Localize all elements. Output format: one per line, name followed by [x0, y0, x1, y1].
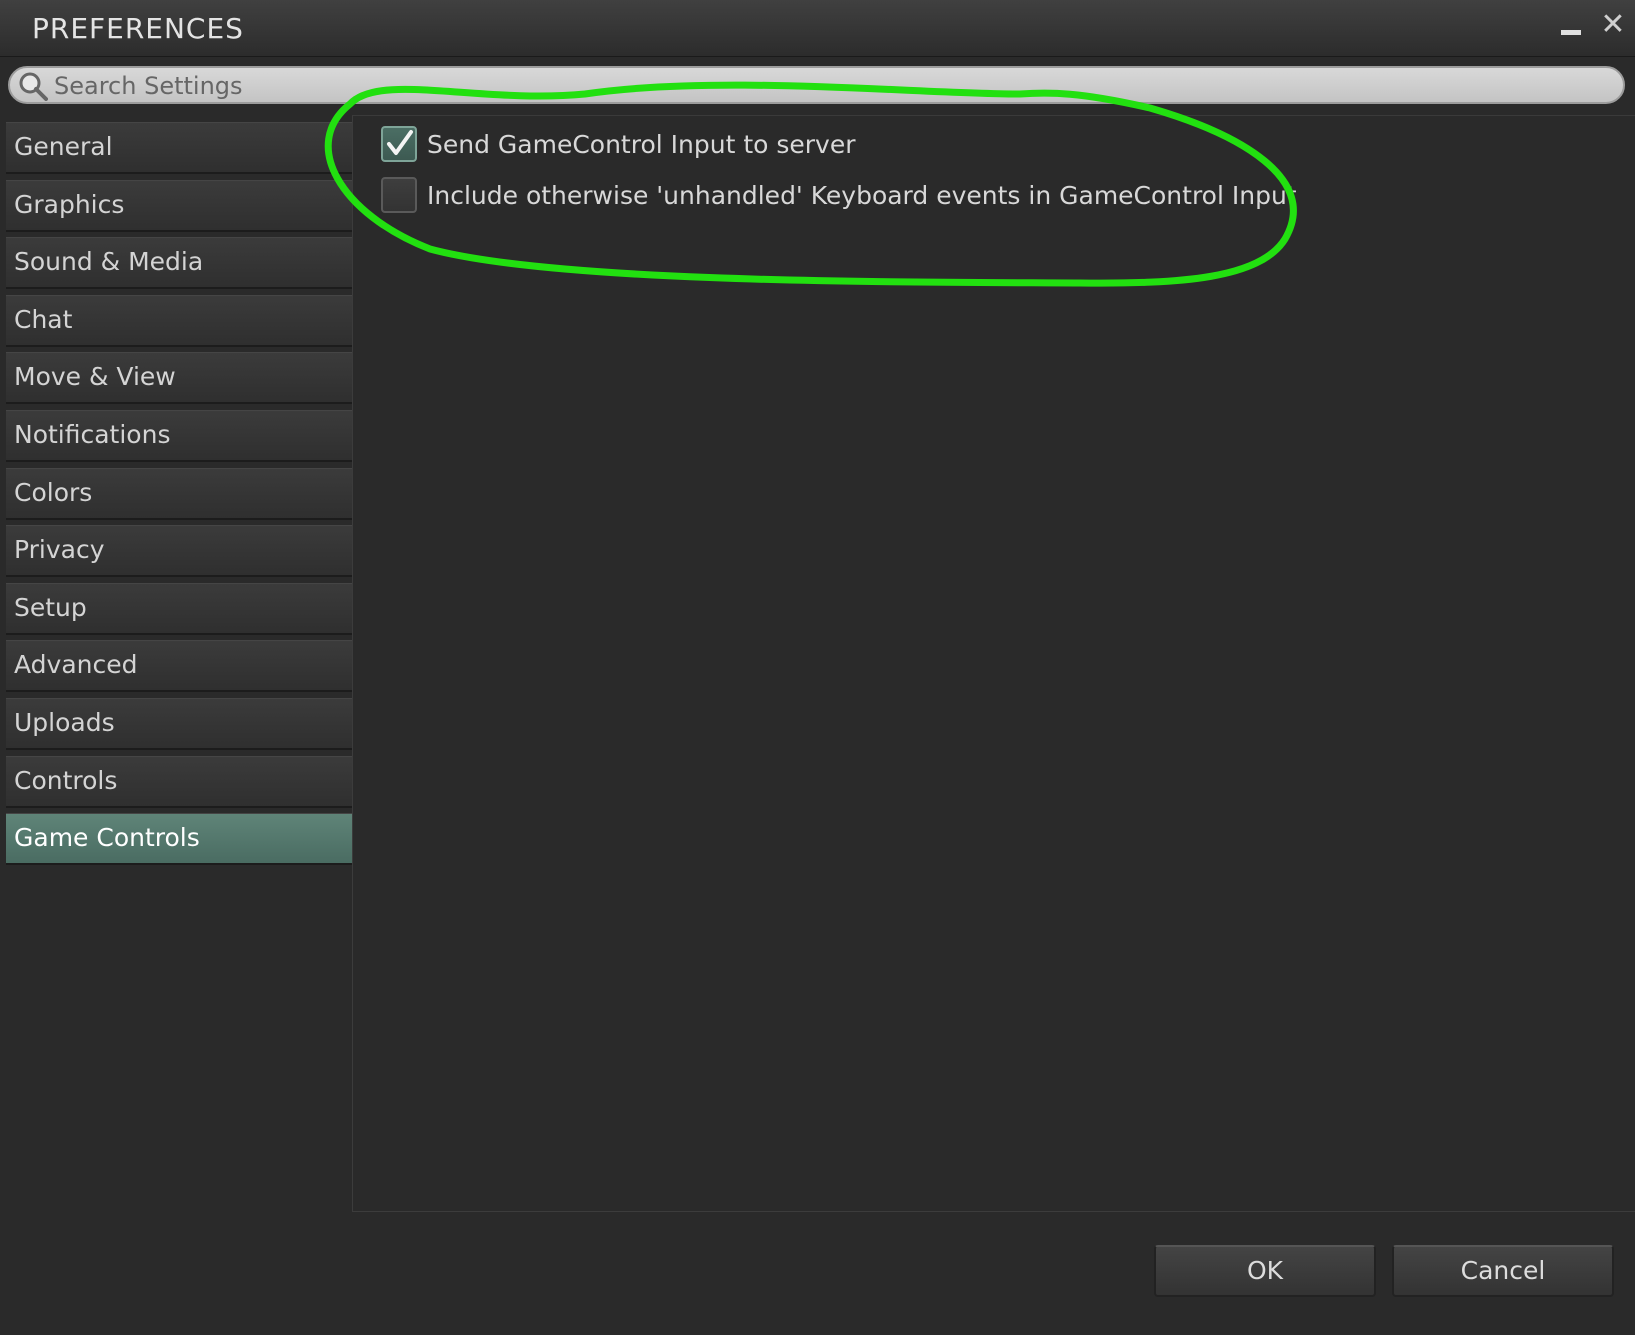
sidebar-item-general[interactable]: General	[6, 122, 353, 174]
sidebar-item-uploads[interactable]: Uploads	[6, 697, 353, 750]
sidebar-item-move-view[interactable]: Move & View	[6, 352, 353, 405]
minimize-button[interactable]	[1556, 10, 1586, 40]
green-annotation-circle	[324, 81, 1297, 287]
sidebar-item-graphics[interactable]: Graphics	[6, 179, 353, 232]
sidebar-item-notifications[interactable]: Notifications	[6, 409, 353, 462]
sidebar-item-chat[interactable]: Chat	[6, 294, 353, 347]
sidebar-item-setup[interactable]: Setup	[6, 582, 353, 635]
close-icon: ✕	[1600, 7, 1626, 42]
sidebar-item-sound-media[interactable]: Sound & Media	[6, 237, 353, 290]
sidebar-item-advanced[interactable]: Advanced	[6, 640, 353, 693]
title-bar: PREFERENCES ✕	[0, 0, 1635, 57]
category-sidebar: General Graphics Sound & Media Chat Move…	[6, 122, 353, 871]
ok-button[interactable]: OK	[1154, 1245, 1376, 1297]
sidebar-item-controls[interactable]: Controls	[6, 755, 353, 808]
cancel-button[interactable]: Cancel	[1392, 1245, 1614, 1297]
minimize-icon	[1561, 30, 1581, 35]
close-button[interactable]: ✕	[1598, 10, 1628, 40]
sidebar-item-privacy[interactable]: Privacy	[6, 525, 353, 578]
search-icon	[19, 72, 48, 101]
sidebar-item-game-controls[interactable]: Game Controls	[6, 813, 353, 866]
sidebar-item-colors[interactable]: Colors	[6, 467, 353, 520]
window-title: PREFERENCES	[32, 12, 244, 45]
